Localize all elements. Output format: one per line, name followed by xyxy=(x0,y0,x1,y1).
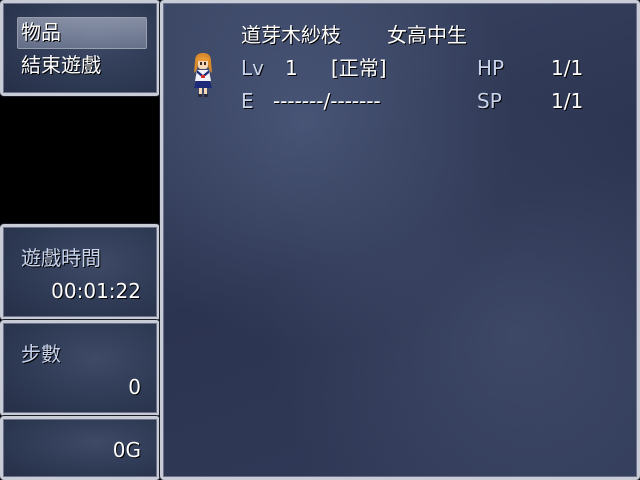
gold-value: 0G xyxy=(112,438,141,462)
playtime-window: 遊戲時間 00:01:22 xyxy=(0,224,160,320)
gold-window: 0G xyxy=(0,416,160,480)
character-class: 女高中生 xyxy=(387,23,467,47)
hp-label: HP xyxy=(477,56,505,80)
steps-value: 0 xyxy=(128,375,141,399)
command-menu-window: 物品 結束遊戲 xyxy=(0,0,160,96)
exp-value: -------/------- xyxy=(273,89,381,113)
sp-label: SP xyxy=(477,89,502,113)
steps-window: 步數 0 xyxy=(0,320,160,416)
status-state: [正常] xyxy=(331,56,387,80)
playtime-value: 00:01:22 xyxy=(51,279,141,303)
character-name: 道芽木紗枝 xyxy=(241,23,341,47)
sp-value: 1/1 xyxy=(551,89,584,113)
party-status-window: 道芽木紗枝 女高中生 Lv 1 [正常] HP 1/1 E -------/--… xyxy=(160,0,640,480)
menu-item-items[interactable]: 物品 xyxy=(21,20,61,44)
playtime-label: 遊戲時間 xyxy=(21,246,101,270)
exp-label: E xyxy=(241,89,254,113)
menu-item-end-game[interactable]: 結束遊戲 xyxy=(21,53,101,77)
schoolgirl-sprite-icon xyxy=(194,53,212,97)
level-value: 1 xyxy=(285,56,298,80)
steps-label: 步數 xyxy=(21,342,61,366)
hp-value: 1/1 xyxy=(551,56,584,80)
level-label: Lv xyxy=(241,56,264,80)
